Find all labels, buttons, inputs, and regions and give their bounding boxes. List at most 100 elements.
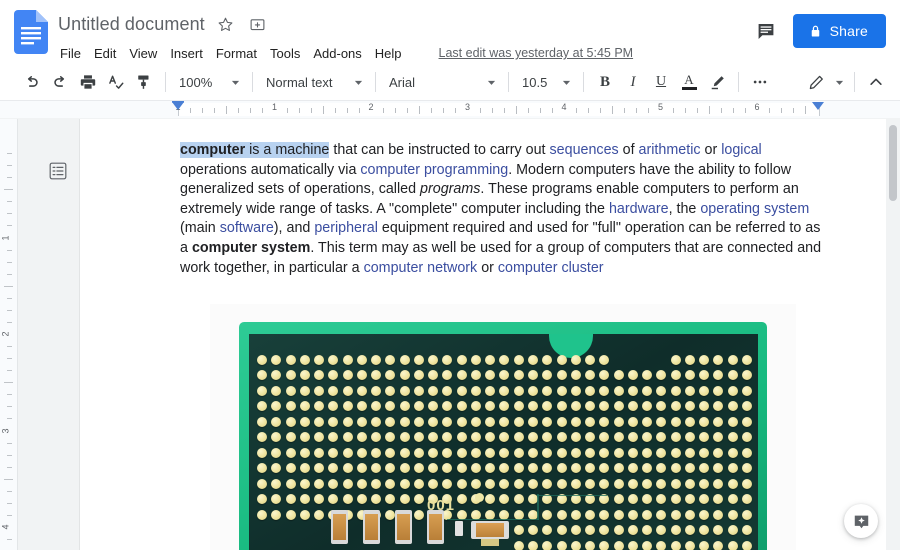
cpu-pin bbox=[485, 478, 496, 489]
document-link[interactable]: operating system bbox=[700, 201, 809, 217]
document-link[interactable]: computer cluster bbox=[498, 260, 604, 276]
cpu-pin bbox=[613, 385, 624, 396]
document-title[interactable]: Untitled document bbox=[58, 14, 205, 35]
cpu-pin bbox=[613, 478, 624, 489]
menu-view[interactable]: View bbox=[123, 44, 164, 63]
cpu-pin bbox=[556, 478, 567, 489]
cpu-pin bbox=[513, 432, 524, 443]
document-link[interactable]: computer network bbox=[364, 260, 478, 276]
paint-format-icon[interactable] bbox=[130, 68, 158, 96]
cpu-pin bbox=[328, 463, 339, 474]
horizontal-ruler[interactable]: 1123456 bbox=[0, 101, 900, 119]
ruler-tick bbox=[395, 108, 397, 113]
highlight-pen-icon[interactable] bbox=[703, 68, 731, 96]
cpu-underside-photo[interactable]: 001 bbox=[210, 304, 796, 550]
cpu-pin bbox=[570, 416, 581, 427]
vertical-ruler-tick bbox=[7, 346, 12, 348]
left-indent-marker[interactable] bbox=[172, 101, 184, 110]
ruler-tick bbox=[503, 108, 505, 113]
move-to-folder-icon[interactable] bbox=[247, 13, 269, 35]
text-color-button[interactable]: A bbox=[675, 68, 703, 96]
cpu-pin bbox=[470, 478, 481, 489]
cpu-pin bbox=[499, 401, 510, 412]
cpu-pin bbox=[627, 385, 638, 396]
cpu-pin bbox=[727, 416, 738, 427]
menu-edit[interactable]: Edit bbox=[88, 44, 123, 63]
undo-icon[interactable] bbox=[18, 68, 46, 96]
scrollbar-thumb[interactable] bbox=[889, 125, 897, 201]
menu-file[interactable]: File bbox=[58, 44, 88, 63]
cpu-pin bbox=[713, 447, 724, 458]
cpu-pin bbox=[413, 478, 424, 489]
star-icon[interactable] bbox=[215, 13, 237, 35]
cpu-pin bbox=[485, 385, 496, 396]
toolbar-divider bbox=[165, 72, 166, 92]
document-link[interactable]: arithmetic bbox=[639, 142, 701, 158]
font-family-selector[interactable]: Arial bbox=[383, 69, 501, 95]
document-link[interactable]: logical bbox=[721, 142, 762, 158]
menu-add-ons[interactable]: Add-ons bbox=[307, 44, 368, 63]
comment-icon[interactable] bbox=[753, 18, 779, 44]
vertical-ruler-tick bbox=[7, 370, 12, 372]
paragraph-style-selector[interactable]: Normal text bbox=[260, 69, 368, 95]
document-text-run: computer bbox=[180, 142, 246, 158]
document-link[interactable]: hardware bbox=[609, 201, 669, 217]
cpu-pin bbox=[257, 432, 268, 443]
bold-button[interactable]: B bbox=[591, 68, 619, 96]
document-outline-icon[interactable] bbox=[42, 155, 74, 187]
ruler-tick bbox=[684, 108, 686, 113]
menu-format[interactable]: Format bbox=[210, 44, 264, 63]
vertical-ruler-tick bbox=[7, 249, 12, 251]
cpu-pin bbox=[385, 385, 396, 396]
zoom-selector[interactable]: 100% bbox=[173, 69, 245, 95]
cpu-pin bbox=[271, 463, 282, 474]
document-link[interactable]: peripheral bbox=[314, 220, 378, 236]
vertical-ruler[interactable]: 1 2 3 4 bbox=[0, 119, 18, 550]
italic-button[interactable]: I bbox=[619, 68, 647, 96]
print-icon[interactable] bbox=[74, 68, 102, 96]
cpu-pin bbox=[570, 540, 581, 550]
last-edit-status[interactable]: Last edit was yesterday at 5:45 PM bbox=[439, 46, 634, 60]
cpu-pin bbox=[499, 447, 510, 458]
document-page[interactable]: computer is a machine that can be instru… bbox=[80, 119, 886, 550]
cpu-pin bbox=[642, 525, 653, 536]
vertical-ruler-tick bbox=[7, 539, 12, 541]
cpu-pin bbox=[613, 463, 624, 474]
editing-mode-selector[interactable] bbox=[802, 69, 847, 95]
cpu-pin bbox=[271, 432, 282, 443]
font-size-selector[interactable]: 10.5 bbox=[516, 69, 576, 95]
redo-icon[interactable] bbox=[46, 68, 74, 96]
cpu-pin bbox=[371, 447, 382, 458]
underline-button[interactable]: U bbox=[647, 68, 675, 96]
right-indent-marker[interactable] bbox=[812, 102, 824, 110]
cpu-pin bbox=[684, 354, 695, 365]
menu-insert[interactable]: Insert bbox=[164, 44, 210, 63]
cpu-pin bbox=[513, 540, 524, 550]
explore-icon[interactable] bbox=[844, 504, 878, 538]
cpu-pin bbox=[257, 478, 268, 489]
menu-help[interactable]: Help bbox=[369, 44, 409, 63]
cpu-pin bbox=[385, 478, 396, 489]
vertical-scrollbar[interactable] bbox=[886, 119, 900, 550]
document-paragraph[interactable]: computer is a machine that can be instru… bbox=[180, 141, 822, 278]
cpu-pin bbox=[342, 494, 353, 505]
document-link[interactable]: computer programming bbox=[360, 162, 508, 178]
spell-check-icon[interactable] bbox=[102, 68, 130, 96]
document-text-run: computer system bbox=[191, 239, 311, 256]
cpu-pin bbox=[556, 354, 567, 365]
document-link[interactable]: software bbox=[220, 220, 274, 236]
cpu-pin bbox=[456, 416, 467, 427]
text-color-label: A bbox=[684, 72, 694, 87]
share-button[interactable]: Share bbox=[792, 14, 886, 48]
menu-tools[interactable]: Tools bbox=[264, 44, 307, 63]
chevron-up-icon[interactable] bbox=[862, 68, 890, 96]
more-options-icon[interactable] bbox=[746, 68, 774, 96]
ruler-tick bbox=[226, 106, 228, 114]
cpu-pin bbox=[428, 478, 439, 489]
google-docs-logo[interactable] bbox=[14, 10, 48, 54]
cpu-pin bbox=[285, 370, 296, 381]
document-link[interactable]: sequences bbox=[550, 142, 619, 158]
cpu-pin bbox=[684, 525, 695, 536]
ruler-tick bbox=[358, 108, 360, 113]
cpu-pin bbox=[413, 447, 424, 458]
